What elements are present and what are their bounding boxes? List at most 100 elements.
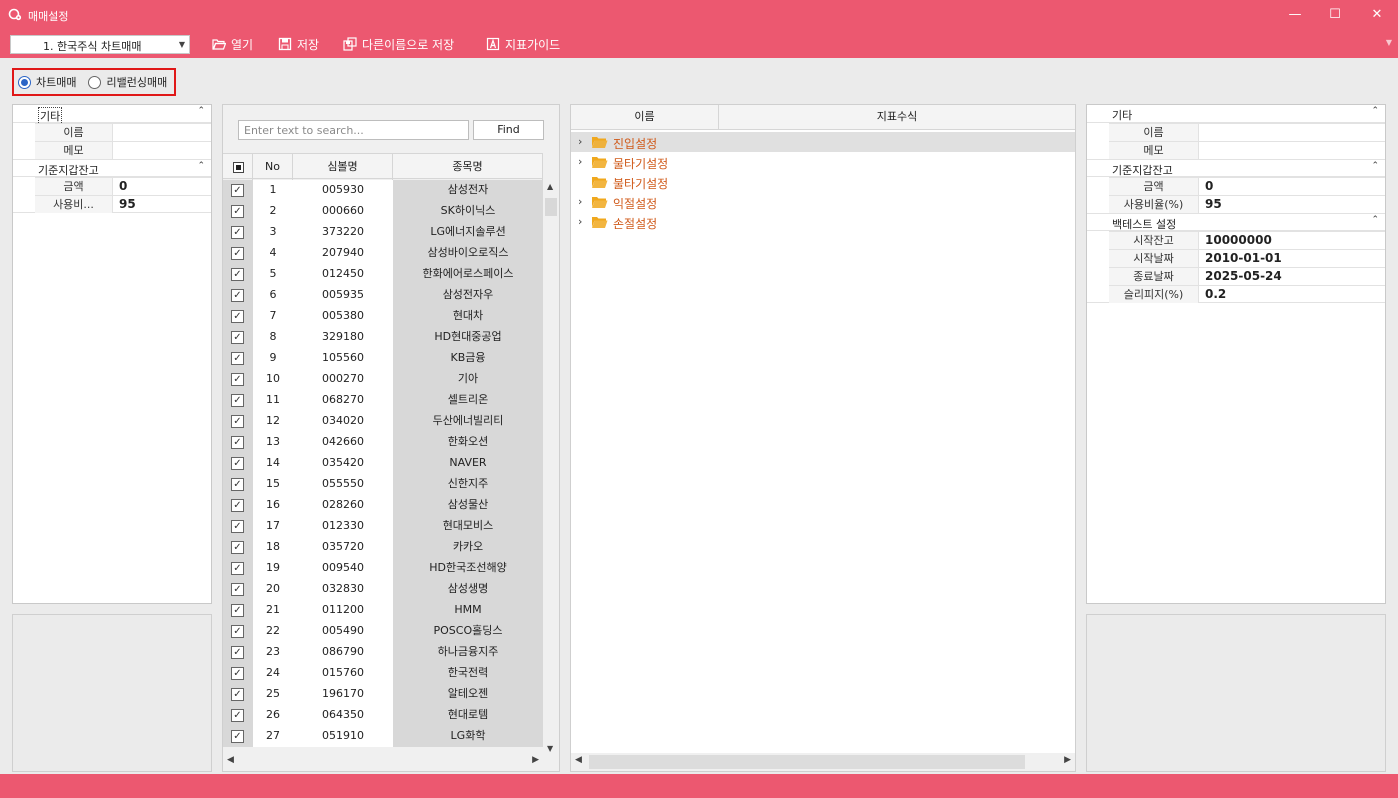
save-button[interactable]: 저장 <box>278 34 319 54</box>
row-checkbox-cell[interactable]: ✓ <box>223 684 253 705</box>
table-row[interactable]: ✓ 3 373220 LG에너지솔루션 <box>223 222 543 243</box>
prop-row-end-date[interactable]: 종료날짜 2025-05-24 <box>1087 267 1385 285</box>
row-checkbox[interactable]: ✓ <box>231 394 244 407</box>
row-checkbox[interactable]: ✓ <box>231 667 244 680</box>
row-checkbox-cell[interactable]: ✓ <box>223 726 253 747</box>
header-name[interactable]: 종목명 <box>393 154 543 180</box>
row-checkbox-cell[interactable]: ✓ <box>223 516 253 537</box>
row-checkbox-cell[interactable]: ✓ <box>223 180 253 201</box>
table-row[interactable]: ✓ 21 011200 HMM <box>223 600 543 621</box>
header-symbol[interactable]: 심볼명 <box>293 154 393 180</box>
tree-node[interactable]: › 진입설정 <box>571 132 1075 152</box>
category-backtest[interactable]: 백테스트 설정 ⌃ <box>1087 213 1385 231</box>
table-row[interactable]: ✓ 5 012450 한화에어로스페이스 <box>223 264 543 285</box>
scroll-right-icon[interactable]: ▶ <box>532 755 539 765</box>
row-checkbox-cell[interactable]: ✓ <box>223 243 253 264</box>
row-checkbox-cell[interactable]: ✓ <box>223 411 253 432</box>
category-balance[interactable]: 기준지갑잔고 ⌃ <box>13 159 211 177</box>
table-row[interactable]: ✓ 20 032830 삼성생명 <box>223 579 543 600</box>
prop-value[interactable] <box>113 123 211 141</box>
row-checkbox[interactable]: ✓ <box>231 289 244 302</box>
horizontal-scrollbar[interactable]: ◀ ▶ <box>223 753 543 771</box>
table-row[interactable]: ✓ 2 000660 SK하이닉스 <box>223 201 543 222</box>
row-checkbox-cell[interactable]: ✓ <box>223 600 253 621</box>
scroll-left-icon[interactable]: ◀ <box>575 755 582 765</box>
prop-value[interactable] <box>113 141 211 159</box>
collapse-icon[interactable]: ⌃ <box>1371 215 1379 225</box>
collapse-icon[interactable]: ⌃ <box>1371 161 1379 171</box>
open-button[interactable]: 열기 <box>212 34 253 54</box>
toolbar-overflow-icon[interactable]: ▼ <box>1386 38 1392 47</box>
row-checkbox[interactable]: ✓ <box>231 562 244 575</box>
row-checkbox[interactable]: ✓ <box>231 541 244 554</box>
row-checkbox-cell[interactable]: ✓ <box>223 495 253 516</box>
tree-horizontal-scrollbar[interactable]: ◀ ▶ <box>571 753 1075 771</box>
row-checkbox-cell[interactable]: ✓ <box>223 558 253 579</box>
find-button[interactable]: Find <box>473 120 544 140</box>
collapse-icon[interactable]: ⌃ <box>197 161 205 171</box>
table-row[interactable]: ✓ 22 005490 POSCO홀딩스 <box>223 621 543 642</box>
prop-value[interactable]: 0 <box>1199 177 1385 195</box>
row-checkbox-cell[interactable]: ✓ <box>223 705 253 726</box>
table-row[interactable]: ✓ 11 068270 셀트리온 <box>223 390 543 411</box>
table-row[interactable]: ✓ 13 042660 한화오션 <box>223 432 543 453</box>
prop-row-memo[interactable]: 메모 <box>13 141 211 159</box>
table-row[interactable]: ✓ 1 005930 삼성전자 <box>223 180 543 201</box>
table-row[interactable]: ✓ 19 009540 HD한국조선해양 <box>223 558 543 579</box>
row-checkbox[interactable]: ✓ <box>231 520 244 533</box>
row-checkbox[interactable]: ✓ <box>231 709 244 722</box>
row-checkbox[interactable]: ✓ <box>231 625 244 638</box>
table-row[interactable]: ✓ 7 005380 현대차 <box>223 306 543 327</box>
prop-value[interactable]: 10000000 <box>1199 231 1385 249</box>
row-checkbox-cell[interactable]: ✓ <box>223 537 253 558</box>
expand-chevron-icon[interactable]: › <box>578 155 582 168</box>
row-checkbox[interactable]: ✓ <box>231 226 244 239</box>
scroll-left-icon[interactable]: ◀ <box>227 755 234 765</box>
row-checkbox[interactable]: ✓ <box>231 247 244 260</box>
prop-row-ratio[interactable]: 사용비... 95 <box>13 195 211 213</box>
table-row[interactable]: ✓ 8 329180 HD현대중공업 <box>223 327 543 348</box>
row-checkbox-cell[interactable]: ✓ <box>223 369 253 390</box>
tree-node[interactable]: › 익절설정 <box>571 192 1075 212</box>
row-checkbox-cell[interactable]: ✓ <box>223 474 253 495</box>
radio-rebalancing-trading[interactable]: 리밸런싱매매 <box>88 74 167 90</box>
header-tree-name[interactable]: 이름 <box>571 105 719 130</box>
table-row[interactable]: ✓ 10 000270 기아 <box>223 369 543 390</box>
table-row[interactable]: ✓ 17 012330 현대모비스 <box>223 516 543 537</box>
table-row[interactable]: ✓ 26 064350 현대로템 <box>223 705 543 726</box>
row-checkbox-cell[interactable]: ✓ <box>223 264 253 285</box>
tree-node[interactable]: › 물타기설정 <box>571 152 1075 172</box>
table-row[interactable]: ✓ 15 055550 신한지주 <box>223 474 543 495</box>
row-checkbox-cell[interactable]: ✓ <box>223 663 253 684</box>
collapse-icon[interactable]: ⌃ <box>197 106 205 116</box>
row-checkbox-cell[interactable]: ✓ <box>223 285 253 306</box>
prop-value[interactable]: 95 <box>113 195 211 213</box>
tree-node[interactable]: 불타기설정 <box>571 172 1075 192</box>
row-checkbox[interactable]: ✓ <box>231 499 244 512</box>
row-checkbox-cell[interactable]: ✓ <box>223 642 253 663</box>
row-checkbox[interactable]: ✓ <box>231 436 244 449</box>
header-tree-formula[interactable]: 지표수식 <box>719 105 1075 130</box>
prop-value[interactable]: 2010-01-01 <box>1199 249 1385 267</box>
row-checkbox-cell[interactable]: ✓ <box>223 579 253 600</box>
table-row[interactable]: ✓ 16 028260 삼성물산 <box>223 495 543 516</box>
vertical-scrollbar[interactable]: ▲ ▼ <box>543 180 559 753</box>
scroll-right-icon[interactable]: ▶ <box>1064 755 1071 765</box>
prop-value[interactable]: 0 <box>113 177 211 195</box>
scroll-thumb[interactable] <box>589 755 1025 769</box>
indicator-guide-button[interactable]: 지표가이드 <box>486 34 560 54</box>
row-checkbox-cell[interactable]: ✓ <box>223 222 253 243</box>
row-checkbox[interactable]: ✓ <box>231 352 244 365</box>
table-row[interactable]: ✓ 24 015760 한국전력 <box>223 663 543 684</box>
prop-value[interactable]: 2025-05-24 <box>1199 267 1385 285</box>
row-checkbox[interactable]: ✓ <box>231 583 244 596</box>
minimize-button[interactable]: — <box>1274 0 1316 30</box>
scroll-thumb[interactable] <box>545 198 557 216</box>
row-checkbox[interactable]: ✓ <box>231 415 244 428</box>
expand-chevron-icon[interactable]: › <box>578 195 582 208</box>
row-checkbox-cell[interactable]: ✓ <box>223 201 253 222</box>
prop-row-name[interactable]: 이름 <box>13 123 211 141</box>
category-balance[interactable]: 기준지갑잔고 ⌃ <box>1087 159 1385 177</box>
row-checkbox-cell[interactable]: ✓ <box>223 306 253 327</box>
select-all-header[interactable] <box>223 154 253 180</box>
